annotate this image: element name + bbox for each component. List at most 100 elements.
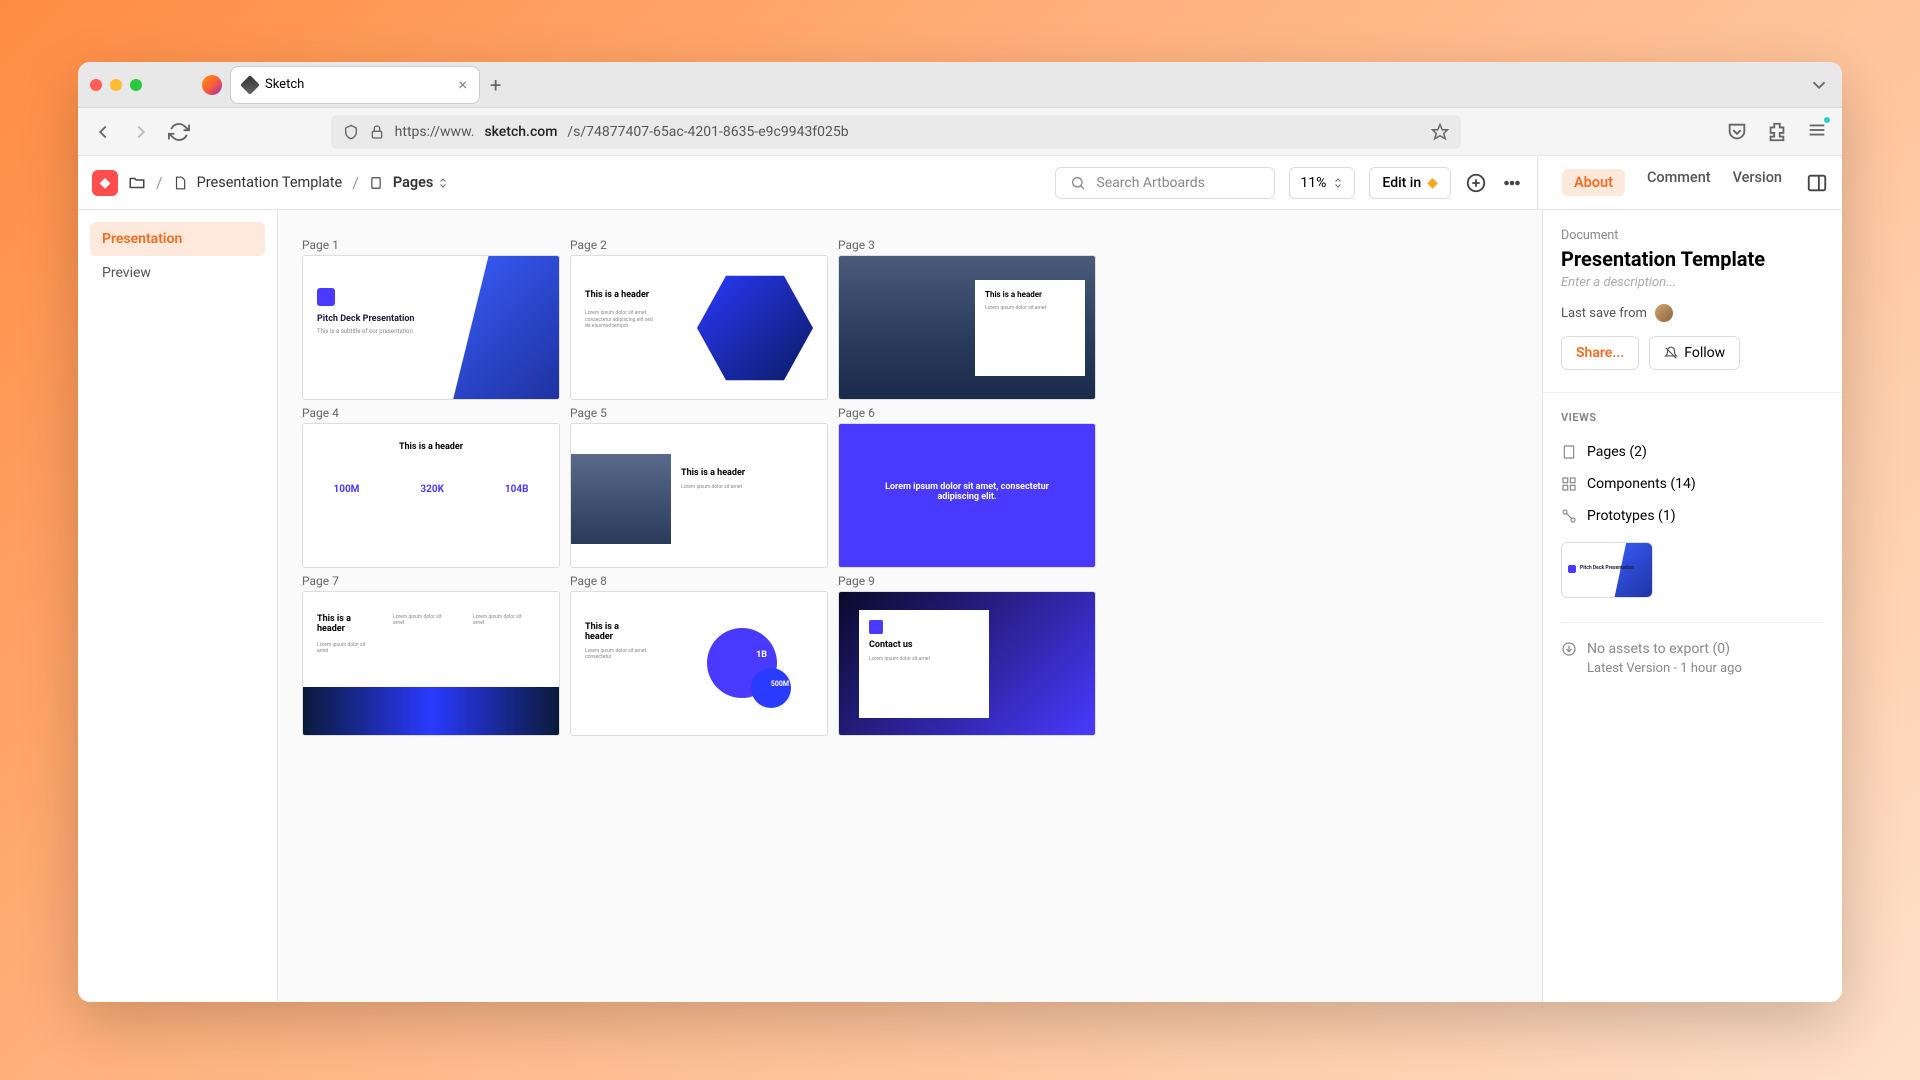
sidebar-item-preview[interactable]: Preview [90, 256, 265, 290]
artboard-cell: Page 8 This is a headerLorem ipsum dolor … [570, 574, 828, 736]
divider [1537, 156, 1538, 210]
last-save-info: Last save from [1561, 304, 1824, 322]
view-prototypes[interactable]: Prototypes (1) [1561, 500, 1824, 532]
artboard-label: Page 5 [570, 406, 828, 420]
artboard-label: Page 1 [302, 238, 560, 252]
artboard-label: Page 2 [570, 238, 828, 252]
reload-button[interactable] [168, 121, 190, 143]
breadcrumb-sep: / [156, 173, 163, 192]
document-title: Presentation Template [1561, 247, 1824, 271]
inspector-footer: No assets to export (0) Latest Version -… [1561, 622, 1824, 676]
artboard-cell: Page 6 Lorem ipsum dolor sit amet, consec… [838, 406, 1096, 568]
add-comment-icon[interactable] [1465, 172, 1487, 194]
components-icon [1561, 476, 1577, 492]
pages-icon [1561, 444, 1577, 460]
firefox-icon [202, 75, 222, 95]
url-path: /s/74877407-65ac-4201-8635-e9c9943f025b [567, 124, 848, 140]
artboard[interactable]: This is a headerLorem ipsum dolor sit am… [302, 591, 560, 736]
version-status: Latest Version - 1 hour ago [1561, 661, 1824, 676]
zoom-control[interactable]: 11% [1289, 167, 1355, 199]
shield-icon [343, 124, 359, 140]
tabs-dropdown-icon[interactable] [1808, 74, 1830, 96]
close-window[interactable] [90, 79, 102, 91]
document-label: Document [1561, 228, 1824, 243]
search-icon [1070, 175, 1086, 191]
titlebar: Sketch × + [78, 62, 1842, 108]
new-tab-button[interactable]: + [490, 73, 501, 97]
forward-button[interactable] [130, 121, 152, 143]
artboards-grid: Page 1 Pitch Deck PresentationThis is a s… [302, 238, 1518, 736]
artboard-label: Page 9 [838, 574, 1096, 588]
search-input[interactable]: Search Artboards [1055, 167, 1275, 199]
back-button[interactable] [92, 121, 114, 143]
lock-icon [369, 124, 385, 140]
download-icon [1561, 641, 1577, 657]
artboard[interactable]: This is a headerLorem ipsum dolor sit am… [838, 255, 1096, 400]
views-header: VIEWS [1561, 411, 1824, 424]
artboard-label: Page 6 [838, 406, 1096, 420]
artboard-label: Page 4 [302, 406, 560, 420]
view-components[interactable]: Components (14) [1561, 468, 1824, 500]
description-input[interactable]: Enter a description... [1561, 275, 1824, 290]
traffic-lights [90, 79, 142, 91]
artboard[interactable]: Pitch Deck PresentationThis is a subtitl… [302, 255, 560, 400]
tab-about[interactable]: About [1562, 169, 1625, 196]
minimize-window[interactable] [110, 79, 122, 91]
browser-tab[interactable]: Sketch × [230, 66, 480, 104]
artboard-label: Page 8 [570, 574, 828, 588]
bell-off-icon [1664, 346, 1678, 360]
bookmark-star-icon[interactable] [1431, 123, 1449, 141]
artboard-cell: Page 9 Contact usLorem ipsum dolor sit am… [838, 574, 1096, 736]
sketch-diamond-icon: ◆ [1427, 175, 1438, 191]
inspector-tabs: About Comment Version [1552, 169, 1792, 196]
edit-in-button[interactable]: Edit in ◆ [1369, 167, 1451, 199]
view-pages[interactable]: Pages (2) [1561, 436, 1824, 468]
prototype-thumbnail[interactable]: Pitch Deck Presentation [1561, 542, 1653, 598]
artboard[interactable]: This is a header100M320K104B [302, 423, 560, 568]
share-button[interactable]: Share... [1561, 336, 1639, 370]
toggle-panel-icon[interactable] [1806, 172, 1828, 194]
artboard[interactable]: Contact usLorem ipsum dolor sit amet [838, 591, 1096, 736]
document-icon [173, 176, 187, 190]
extensions-icon[interactable] [1766, 121, 1788, 143]
artboard-cell: Page 2 This is a headerLorem ipsum dolor … [570, 238, 828, 400]
menu-icon[interactable] [1806, 119, 1828, 141]
artboard[interactable]: This is a headerLorem ipsum dolor sit am… [570, 423, 828, 568]
inspector-panel: Document Presentation Template Enter a d… [1542, 210, 1842, 1002]
artboard[interactable]: Lorem ipsum dolor sit amet, consectetur … [838, 423, 1096, 568]
artboard[interactable]: This is a headerLorem ipsum dolor sit am… [570, 255, 828, 400]
canvas[interactable]: Page 1 Pitch Deck PresentationThis is a s… [278, 210, 1542, 1002]
tab-version[interactable]: Version [1733, 169, 1782, 196]
artboard-cell: Page 4 This is a header100M320K104B [302, 406, 560, 568]
maximize-window[interactable] [130, 79, 142, 91]
url-input[interactable]: https://www.sketch.com/s/74877407-65ac-4… [331, 115, 1461, 149]
tab-title: Sketch [265, 77, 304, 92]
url-domain: sketch.com [484, 124, 557, 140]
pages-icon [369, 176, 383, 190]
breadcrumb-document[interactable]: Presentation Template [197, 174, 343, 191]
export-status: No assets to export (0) [1587, 641, 1730, 657]
save-to-pocket-icon[interactable] [1726, 121, 1748, 143]
browser-window: Sketch × + https://www.sketch.com/s/7487… [78, 62, 1842, 1002]
artboard-cell: Page 7 This is a headerLorem ipsum dolor … [302, 574, 560, 736]
folder-icon[interactable] [128, 174, 146, 192]
sketch-favicon-icon [240, 75, 260, 95]
more-menu-icon[interactable] [1501, 172, 1523, 194]
follow-button[interactable]: Follow [1649, 336, 1740, 370]
prototypes-icon [1561, 508, 1577, 524]
artboard[interactable]: This is a headerLorem ipsum dolor sit am… [570, 591, 828, 736]
sidebar: Presentation Preview [78, 210, 278, 1002]
search-placeholder: Search Artboards [1096, 175, 1204, 191]
tab-comment[interactable]: Comment [1647, 169, 1711, 196]
breadcrumb-sep: / [352, 173, 359, 192]
sketch-workspace-icon[interactable]: ◆ [92, 170, 118, 196]
artboard-label: Page 7 [302, 574, 560, 588]
app-body: Presentation Preview Page 1 Pitch Deck Pr… [78, 210, 1842, 1002]
sidebar-item-presentation[interactable]: Presentation [90, 222, 265, 256]
artboard-label: Page 3 [838, 238, 1096, 252]
close-tab-icon[interactable]: × [458, 75, 467, 94]
app-toolbar: ◆ / Presentation Template / Pages Search… [78, 156, 1842, 210]
breadcrumb-pages[interactable]: Pages [393, 174, 450, 191]
avatar[interactable] [1655, 304, 1673, 322]
artboard-cell: Page 3 This is a headerLorem ipsum dolor … [838, 238, 1096, 400]
